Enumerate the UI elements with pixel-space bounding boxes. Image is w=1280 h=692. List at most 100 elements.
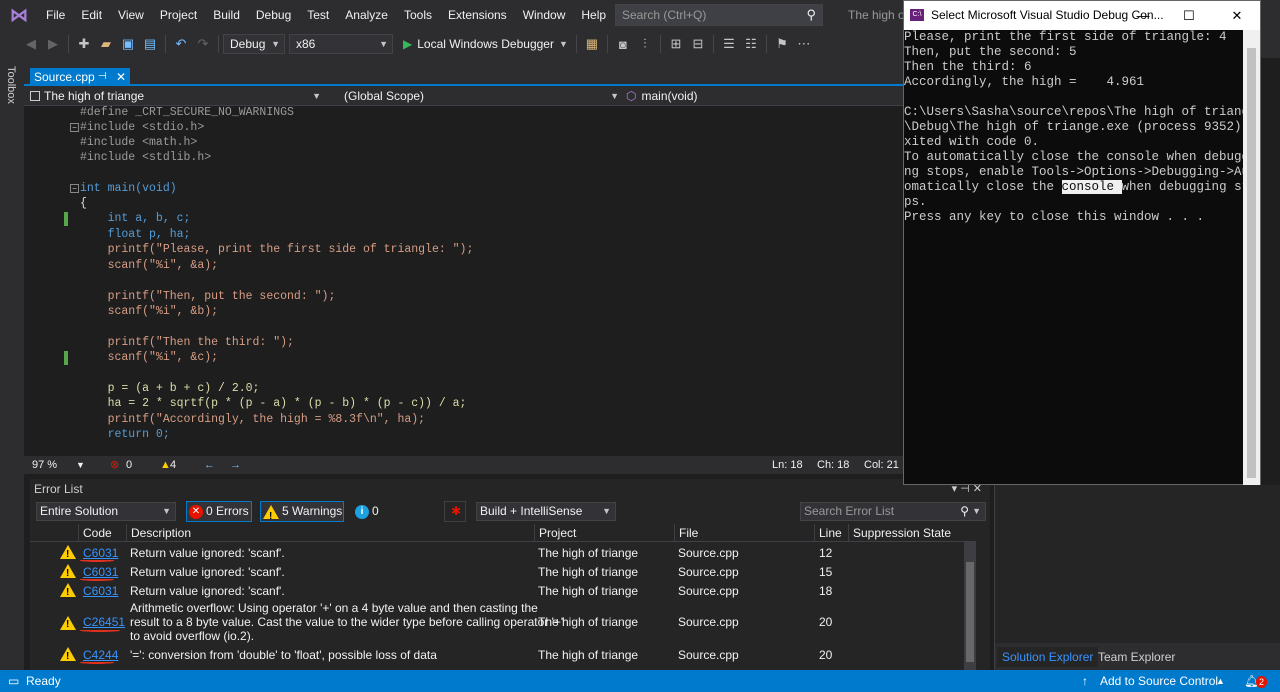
menu-test[interactable]: Test	[299, 0, 337, 30]
column-header-description[interactable]: Description	[126, 524, 191, 542]
scope-filter-dropdown[interactable]: Entire Solution ▼	[36, 502, 176, 521]
error-line: 12	[819, 546, 833, 560]
minimize-icon[interactable]: —	[1120, 1, 1166, 30]
tab-source-cpp[interactable]: Source.cpp ⊣ ✕	[30, 68, 130, 86]
column-header-line[interactable]: Line	[814, 524, 842, 542]
table-row[interactable]: C4244 '=': conversion from 'double' to '…	[30, 647, 976, 666]
uncomment-icon[interactable]: ☷	[740, 33, 762, 55]
scrollbar-thumb[interactable]	[1247, 48, 1256, 478]
format-icon[interactable]: ⫶	[634, 33, 656, 55]
error-code[interactable]: C6031	[83, 583, 118, 599]
pin-icon[interactable]: ⊣	[98, 68, 107, 86]
scope-dropdown[interactable]: (Global Scope) ▼	[344, 88, 622, 105]
comment-icon[interactable]: ☰	[718, 33, 740, 55]
menu-window[interactable]: Window	[515, 0, 574, 30]
error-file: Source.cpp	[678, 615, 739, 629]
new-project-icon[interactable]: ✚	[73, 33, 95, 55]
collapse-icon[interactable]: −	[70, 123, 79, 132]
previous-issue-icon[interactable]: ←	[204, 456, 215, 474]
back-icon[interactable]: ◀	[20, 33, 42, 55]
error-file: Source.cpp	[678, 546, 739, 560]
clear-filter-button[interactable]: ✱	[444, 501, 466, 522]
menu-tools[interactable]: Tools	[396, 0, 440, 30]
warnings-filter-button[interactable]: 5 Warnings	[260, 501, 344, 526]
toolbar-options-icon[interactable]: ⚑	[771, 33, 793, 55]
menu-help[interactable]: Help	[573, 0, 614, 30]
tab-solution-explorer[interactable]: Solution Explorer	[997, 647, 1099, 667]
code-line: #include <math.h>	[80, 136, 198, 149]
maximize-icon[interactable]: ☐	[1166, 1, 1212, 30]
toolbar-separator	[712, 35, 714, 53]
notification-count[interactable]: 2	[1256, 676, 1268, 688]
warning-count[interactable]: 4	[170, 456, 176, 474]
error-description: Return value ignored: 'scanf'.	[130, 584, 285, 598]
error-count-icon[interactable]: ⊗	[110, 456, 119, 474]
ready-icon: ▭	[8, 674, 20, 688]
close-icon[interactable]: ✕	[1214, 1, 1260, 30]
function-dropdown[interactable]: ⬡ main(void)	[626, 88, 902, 105]
menu-debug[interactable]: Debug	[248, 0, 299, 30]
error-code[interactable]: C26451	[83, 615, 125, 629]
error-line: 18	[819, 584, 833, 598]
column-header-file[interactable]: File	[674, 524, 698, 542]
hot-reload-icon[interactable]: ▦	[581, 33, 603, 55]
table-row[interactable]: C6031 Return value ignored: 'scanf'. The…	[30, 545, 976, 564]
source-control-icon[interactable]: ↑	[1082, 670, 1088, 692]
column-header-suppression[interactable]: Suppression State	[848, 524, 951, 542]
chevron-up-icon[interactable]: ▲	[1216, 670, 1225, 692]
menu-build[interactable]: Build	[205, 0, 248, 30]
add-to-source-control-button[interactable]: Add to Source Control	[1100, 670, 1218, 692]
menu-extensions[interactable]: Extensions	[440, 0, 515, 30]
chevron-down-icon[interactable]: ▼	[972, 503, 981, 520]
indent-icon[interactable]: ⊟	[687, 33, 709, 55]
messages-filter-button[interactable]: i0 Messages	[352, 501, 436, 537]
toolbar-overflow-icon[interactable]: ⋯	[793, 33, 815, 55]
error-list-scrollbar[interactable]	[964, 542, 976, 670]
build-filter-dropdown[interactable]: Build + IntelliSense ▼	[476, 502, 616, 521]
scope-value: (Global Scope)	[344, 89, 425, 103]
forward-icon[interactable]: ▶	[42, 33, 64, 55]
error-count[interactable]: 0	[126, 456, 132, 474]
console-title-bar[interactable]: C:\ Select Microsoft Visual Studio Debug…	[904, 1, 1260, 30]
solution-config-dropdown[interactable]: Debug ▼	[223, 34, 285, 54]
save-all-icon[interactable]: ▤	[139, 33, 161, 55]
redo-icon[interactable]: ↷	[192, 33, 214, 55]
next-issue-icon[interactable]: →	[230, 456, 241, 474]
menu-analyze[interactable]: Analyze	[337, 0, 396, 30]
open-folder-icon[interactable]: ▰	[95, 33, 117, 55]
toolbox-tab[interactable]: Toolbox	[5, 66, 17, 104]
table-row[interactable]: C26451 Arithmetic overflow: Using operat…	[30, 601, 976, 645]
start-debugging-button[interactable]: ▶ Local Windows Debugger ▼	[399, 37, 572, 51]
zoom-level[interactable]: 97 %	[32, 456, 57, 474]
console-scrollbar[interactable]	[1243, 30, 1260, 485]
error-list-search-input[interactable]: Search Error List ⚲ ▼	[800, 502, 986, 521]
camera-icon[interactable]: ◙	[612, 33, 634, 55]
bookmark-icon[interactable]: ⊞	[665, 33, 687, 55]
menu-file[interactable]: File	[38, 0, 73, 30]
console-line: omatically close the console when debugg…	[904, 180, 1257, 194]
undo-icon[interactable]: ↶	[170, 33, 192, 55]
project-dropdown[interactable]: The high of triange ▼	[30, 88, 324, 105]
tab-team-explorer[interactable]: Team Explorer	[1093, 647, 1180, 667]
search-icon[interactable]: ⚲	[806, 5, 816, 25]
console-line: Accordingly, the high = 4.961	[904, 75, 1145, 89]
search-icon[interactable]: ⚲	[960, 503, 969, 520]
platform-dropdown[interactable]: x86 ▼	[289, 34, 393, 54]
collapse-icon[interactable]: −	[70, 184, 79, 193]
scrollbar-thumb[interactable]	[966, 562, 974, 662]
menu-view[interactable]: View	[110, 0, 152, 30]
code-editor[interactable]: − − #define _CRT_SECURE_NO_WARNINGS #inc…	[24, 106, 904, 456]
chevron-down-icon[interactable]: ▼	[76, 456, 85, 474]
column-header-project[interactable]: Project	[534, 524, 576, 542]
save-icon[interactable]: ▣	[117, 33, 139, 55]
menu-project[interactable]: Project	[152, 0, 205, 30]
errors-filter-button[interactable]: ✕ 0 Errors	[186, 501, 252, 522]
tool-window-tabs: Solution Explorer Team Explorer	[995, 643, 1280, 670]
menu-edit[interactable]: Edit	[73, 0, 110, 30]
search-input[interactable]: Search (Ctrl+Q) ⚲	[615, 4, 823, 26]
table-row[interactable]: C6031 Return value ignored: 'scanf'. The…	[30, 564, 976, 583]
table-row[interactable]: C6031 Return value ignored: 'scanf'. The…	[30, 583, 976, 602]
debug-console-window[interactable]: C:\ Select Microsoft Visual Studio Debug…	[903, 0, 1261, 485]
close-icon[interactable]: ✕	[116, 68, 126, 86]
column-header-code[interactable]: Code	[78, 524, 112, 542]
